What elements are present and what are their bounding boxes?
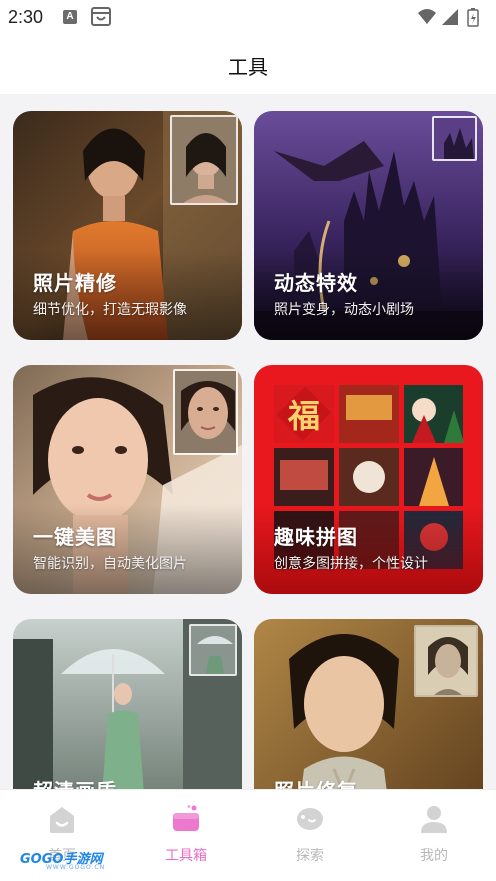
before-thumbnail [189, 624, 237, 676]
tab-label: 探索 [296, 848, 324, 864]
tool-card-photo-retouch[interactable]: 照片精修 细节优化，打造无瑕影像 [13, 111, 242, 340]
tool-title: 照片修复 [274, 775, 358, 789]
tab-profile[interactable]: 我的 [372, 790, 496, 881]
tool-title: 一键美图 [33, 525, 117, 549]
tool-title: 动态特效 [274, 271, 358, 295]
before-thumbnail [173, 369, 238, 455]
tool-subtitle: 创意多图拼接，个性设计 [274, 556, 428, 572]
tool-card-photo-restore[interactable]: 照片修复 [254, 619, 483, 789]
profile-icon [421, 806, 447, 833]
wifi-icon [418, 9, 436, 24]
status-bar: 2:30 A [0, 0, 496, 34]
tool-card-dynamic-effects[interactable]: 动态特效 照片变身，动态小剧场 [254, 111, 483, 340]
tool-card-fun-collage[interactable]: 福 趣味拼图 创意多图拼接，个性设计 [254, 365, 483, 594]
shopping-bag-icon [91, 7, 111, 26]
tab-explore[interactable]: 探索 [248, 790, 372, 881]
explore-icon [297, 808, 323, 830]
tools-grid: 照片精修 细节优化，打造无瑕影像 动态特效 照片变身，动态小剧场 一键美图 智能… [0, 94, 496, 789]
tool-subtitle: 细节优化，打造无瑕影像 [33, 302, 187, 318]
watermark-logo: GOGO手游网 WWW.GOGO.CN [20, 848, 120, 874]
before-thumbnail [414, 625, 478, 697]
fu-character: 福 [287, 397, 320, 435]
before-thumbnail [432, 116, 477, 161]
tool-subtitle: 智能识别，自动美化图片 [33, 556, 187, 572]
toolbox-icon [173, 805, 199, 831]
tool-card-one-click-beautify[interactable]: 一键美图 智能识别，自动美化图片 [13, 365, 242, 594]
tool-title: 趣味拼图 [274, 525, 358, 549]
app-header: 工具 [0, 34, 496, 94]
tool-title: 照片精修 [33, 271, 117, 295]
battery-icon [467, 8, 479, 27]
tool-card-hd-quality[interactable]: 超清画质 [13, 619, 242, 789]
signal-icon [442, 9, 458, 25]
status-time: 2:30 [8, 7, 44, 27]
tab-label: 工具箱 [165, 848, 207, 864]
tool-subtitle: 照片变身，动态小剧场 [274, 302, 414, 318]
watermark-site: WWW.GOGO.CN [46, 864, 106, 871]
tab-label: 我的 [420, 848, 448, 864]
tool-title: 超清画质 [33, 775, 117, 789]
home-icon [50, 807, 74, 833]
page-title: 工具 [228, 55, 268, 79]
font-a-icon: A [63, 10, 77, 24]
tab-toolbox[interactable]: 工具箱 [124, 790, 248, 881]
status-indicators [418, 8, 479, 27]
before-thumbnail [170, 115, 238, 205]
